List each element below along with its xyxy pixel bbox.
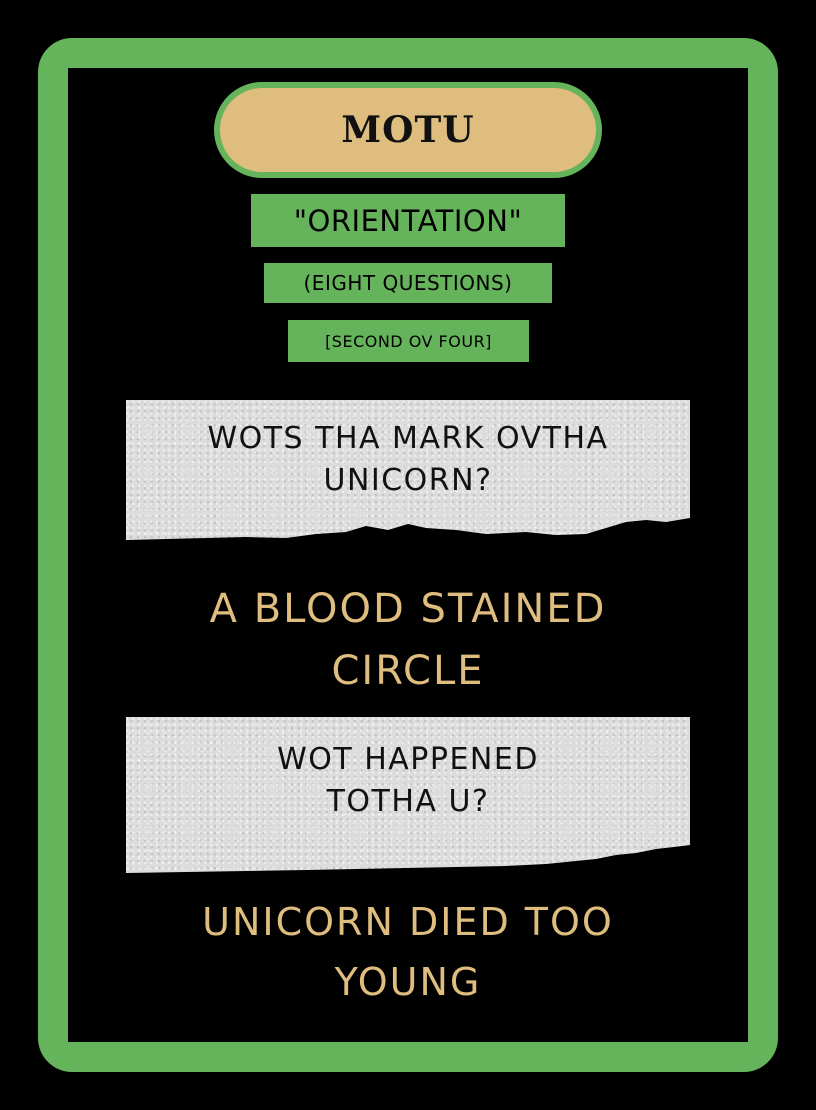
part-label-tag: [SECOND OV FOUR] bbox=[288, 320, 529, 362]
question-1-text: WOTS THA MARK OVTHA UNICORN? bbox=[207, 421, 609, 498]
question-2-text: WOT HAPPENED TOTHA U? bbox=[277, 742, 539, 819]
answer-1-text: A BLOOD STAINED CIRCLE bbox=[209, 586, 607, 694]
question-paper-1: WOTS THA MARK OVTHA UNICORN? bbox=[126, 400, 690, 544]
title-banner: MOTU bbox=[214, 82, 602, 178]
torn-edge bbox=[126, 518, 690, 544]
question-paper-2: WOT HAPPENED TOTHA U? bbox=[126, 717, 690, 875]
title-banner-fill: MOTU bbox=[220, 88, 596, 172]
torn-edge bbox=[126, 845, 690, 875]
question-count-tag: (EIGHT QUESTIONS) bbox=[264, 263, 552, 303]
card-title: MOTU bbox=[341, 109, 475, 151]
answer-2-text: UNICORN DIED TOO YOUNG bbox=[202, 900, 614, 1004]
subtitle-tag: "ORIENTATION" bbox=[251, 194, 565, 247]
